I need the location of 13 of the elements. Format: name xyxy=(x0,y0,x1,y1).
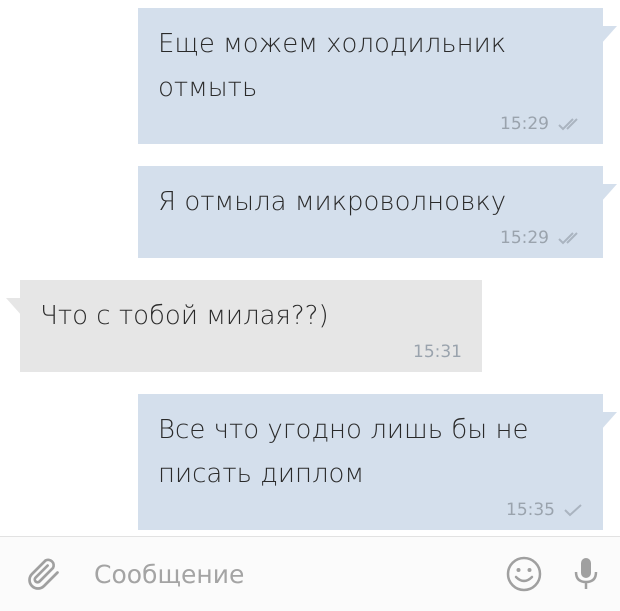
message-text: Что с тобой милая??) xyxy=(40,300,330,333)
message-text: Еще можем холодильник отмыть xyxy=(158,28,508,105)
message-input[interactable]: Сообщение xyxy=(92,558,476,590)
paperclip-icon[interactable] xyxy=(26,556,62,592)
microphone-icon[interactable] xyxy=(572,556,600,592)
message-time: 15:31 xyxy=(413,342,462,362)
message-text: Я отмыла микроволновку xyxy=(158,186,508,219)
message-text: Все что угодно лишь бы не писать диплом xyxy=(158,414,530,491)
message-time: 15:29 xyxy=(500,114,549,134)
message-composer[interactable]: Сообщение xyxy=(0,536,620,611)
message-time: 15:29 xyxy=(500,228,549,248)
smiley-icon[interactable] xyxy=(506,556,542,592)
message-time: 15:35 xyxy=(506,500,555,520)
